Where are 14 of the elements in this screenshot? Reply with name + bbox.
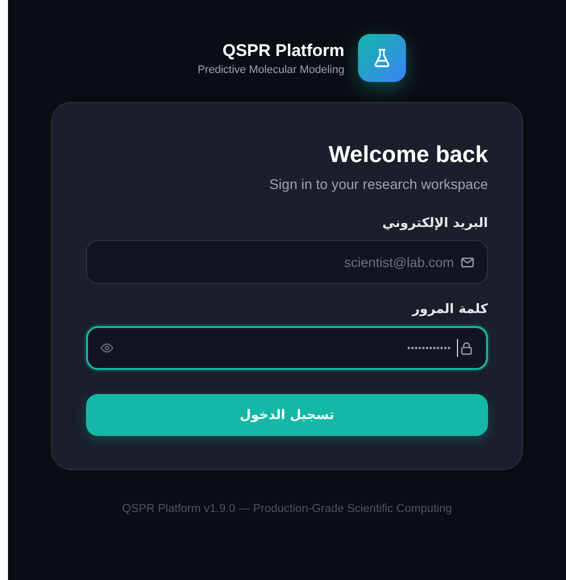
lock-icon xyxy=(459,340,474,356)
card-title: Welcome back xyxy=(328,141,488,168)
field-label: البريد الإلكتروني xyxy=(382,216,488,231)
flask-icon xyxy=(358,34,406,82)
field-label: كلمة المرور xyxy=(412,302,488,317)
app-title: QSPR Platform xyxy=(222,40,344,60)
sign-in-button[interactable]: تسجيل الدخول xyxy=(86,394,488,436)
eye-icon[interactable] xyxy=(100,341,114,355)
mail-icon xyxy=(460,254,475,270)
app-subtitle: Predictive Molecular Modeling xyxy=(198,64,344,76)
footer-text: QSPR Platform v1.9.0 — Production-Grade Scientific Computing xyxy=(122,503,452,515)
card-subtitle: Sign in to your research workspace xyxy=(269,176,488,192)
email-field[interactable]: scientist@lab.com xyxy=(86,240,488,284)
password-field[interactable]: •••••••••••• xyxy=(86,326,488,370)
